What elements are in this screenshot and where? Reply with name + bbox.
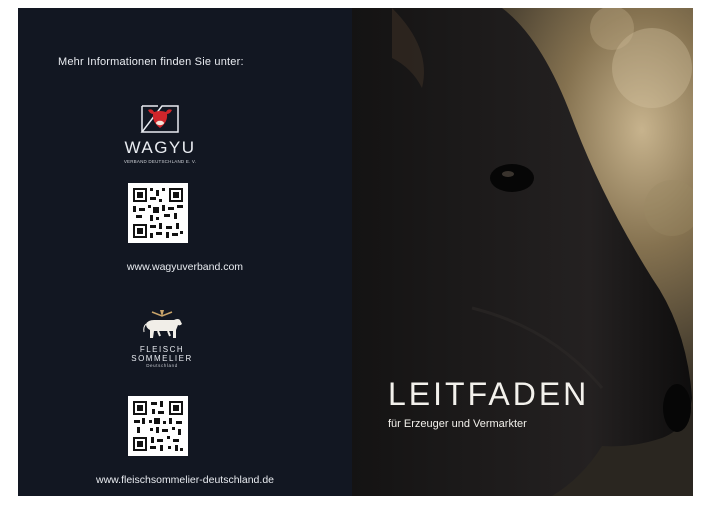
info-panel: Mehr Informationen finden Sie unter: WAG… — [18, 8, 352, 496]
cover-title: LEITFADEN — [388, 376, 590, 412]
fleischsommelier-url-link[interactable]: www.fleischsommelier-deutschland.de — [18, 474, 352, 486]
info-intro-text: Mehr Informationen finden Sie unter: — [58, 56, 244, 68]
wagyu-url-link[interactable]: www.wagyuverband.com — [18, 261, 352, 273]
wagyu-logo-name: WAGYU — [124, 138, 196, 157]
brochure-page: Mehr Informationen finden Sie unter: WAG… — [18, 8, 693, 496]
cover-subtitle: für Erzeuger und Vermarkter — [388, 418, 527, 430]
fleischsommelier-line3: Deutschland — [146, 363, 178, 368]
fleischsommelier-logo: FLEISCH SOMMELIER Deutschland — [130, 306, 194, 368]
qr-code-wagyu[interactable] — [128, 183, 188, 243]
cover-photo: LEITFADEN für Erzeuger und Vermarkter — [352, 8, 693, 496]
fleischsommelier-line1: FLEISCH — [139, 345, 185, 354]
wagyu-logo: WAGYU VERBAND DEUTSCHLAND E. V. — [120, 102, 200, 164]
qr-code-fleischsommelier[interactable] — [128, 396, 188, 456]
wagyu-logo-subtitle: VERBAND DEUTSCHLAND E. V. — [123, 159, 197, 164]
bull-head-icon — [138, 102, 182, 136]
fleischsommelier-line2: SOMMELIER — [131, 354, 193, 363]
cow-icon — [138, 306, 186, 344]
